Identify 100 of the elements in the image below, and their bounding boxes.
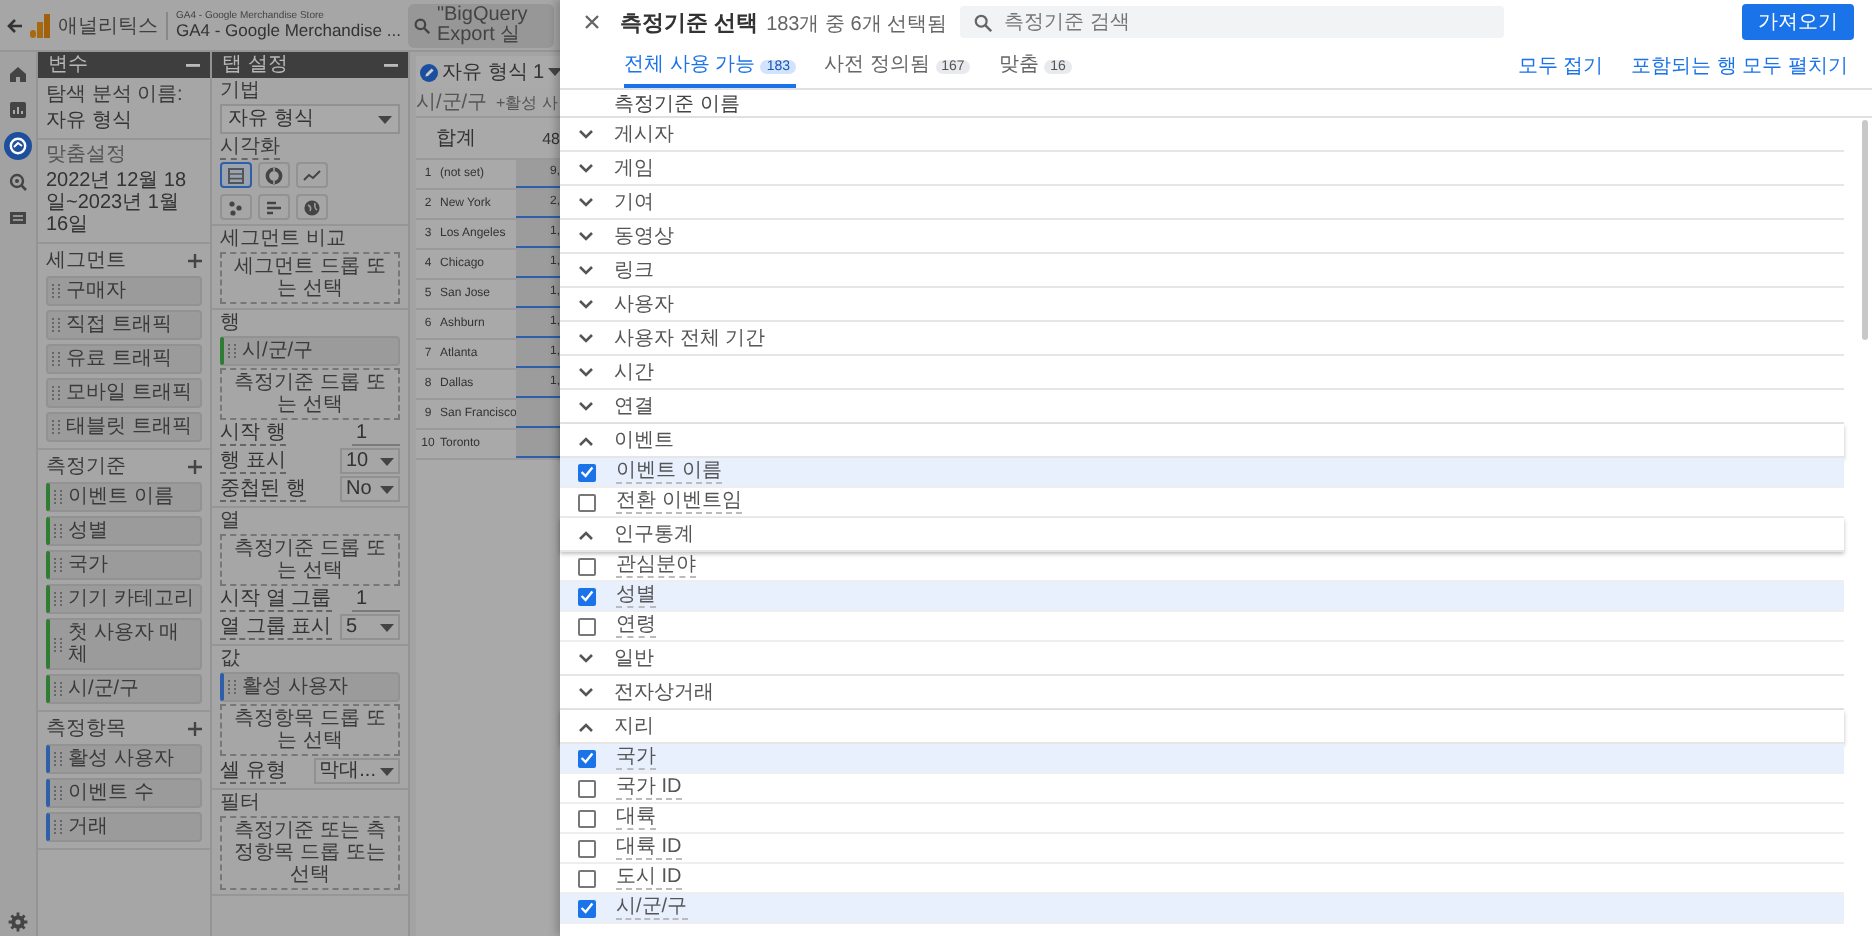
chevron-up-icon[interactable] — [578, 721, 594, 731]
chevron-down-icon[interactable] — [578, 197, 594, 207]
group-row[interactable]: 기여 — [560, 186, 1844, 220]
home-icon[interactable] — [8, 64, 28, 84]
group-row[interactable]: 동영상 — [560, 220, 1844, 254]
column-header[interactable]: 시/군/구 — [416, 88, 496, 116]
checkbox[interactable] — [578, 869, 596, 887]
variable-chip[interactable]: 모바일 트래픽 — [46, 378, 202, 408]
chevron-down-icon[interactable] — [578, 333, 594, 343]
back-arrow-icon[interactable] — [6, 17, 22, 33]
variable-chip[interactable]: 직접 트래픽 — [46, 310, 202, 340]
checkbox[interactable] — [578, 899, 596, 917]
column-header[interactable]: +활성 사 — [496, 91, 560, 113]
plus-icon[interactable] — [188, 460, 202, 474]
exploration-name[interactable]: 자유 형식 — [46, 110, 202, 132]
search-field[interactable]: 측정기준 검색 — [960, 6, 1504, 38]
bar-chart-icon[interactable] — [264, 197, 284, 217]
drop-zone[interactable]: 측정기준 드롭 또는 선택 — [220, 534, 400, 586]
chevron-down-icon[interactable] — [578, 163, 594, 173]
panel-title: 탭 설정 — [222, 55, 288, 75]
list-icon[interactable] — [8, 208, 28, 228]
chevron-down-icon[interactable] — [578, 129, 594, 139]
checkbox[interactable] — [578, 809, 596, 827]
variable-chip[interactable]: 성별 — [46, 516, 202, 546]
checkbox[interactable] — [578, 749, 596, 767]
group-row[interactable]: 사용자 전체 기간 — [560, 322, 1844, 356]
drop-zone[interactable]: 측정기준 드롭 또는 선택 — [220, 368, 400, 420]
checkbox[interactable] — [578, 587, 596, 605]
close-icon[interactable] — [584, 14, 600, 30]
donut-icon[interactable] — [264, 165, 284, 185]
group-row[interactable]: 시간 — [560, 356, 1844, 390]
bar-chart-logo-icon — [30, 13, 50, 37]
caret-icon — [380, 457, 394, 465]
pencil-icon — [420, 63, 438, 81]
date-range[interactable]: 2022년 12월 18일~2023년 1월 16일 — [46, 170, 202, 236]
variable-chip[interactable]: 기기 카테고리 — [46, 584, 202, 614]
checkbox[interactable] — [578, 779, 596, 797]
plus-icon[interactable] — [188, 254, 202, 268]
minimize-icon[interactable] — [384, 63, 398, 67]
variable-chip[interactable]: 활성 사용자 — [46, 744, 202, 774]
variable-chip[interactable]: 이벤트 이름 — [46, 482, 202, 512]
variable-chip[interactable]: 태블릿 트래픽 — [46, 412, 202, 442]
minimize-icon[interactable] — [186, 63, 200, 67]
chevron-down-icon[interactable] — [578, 265, 594, 275]
table-icon[interactable] — [226, 165, 246, 185]
select-field[interactable]: 5 — [340, 614, 400, 640]
chevron-up-icon[interactable] — [578, 529, 594, 539]
select-field[interactable]: No — [340, 476, 400, 502]
action-link[interactable]: 포함되는 행 모두 펼치기 — [1631, 52, 1848, 80]
variable-chip[interactable]: 시/군/구 — [46, 674, 202, 704]
group-row[interactable]: 링크 — [560, 254, 1844, 288]
chevron-down-icon[interactable] — [578, 653, 594, 663]
variable-chip[interactable]: 국가 — [46, 550, 202, 580]
select-field[interactable]: 막대... — [313, 758, 400, 784]
globe-icon[interactable] — [302, 197, 322, 217]
group-row[interactable]: 게임 — [560, 152, 1844, 186]
checkbox[interactable] — [578, 839, 596, 857]
checkbox[interactable] — [578, 617, 596, 635]
group-row[interactable]: 인구통계 — [560, 518, 1844, 552]
property-name: GA4 - Google Merchandise ... — [176, 21, 401, 39]
settings-icon[interactable] — [8, 912, 28, 932]
drop-zone[interactable]: 측정항목 드롭 또는 선택 — [220, 704, 400, 756]
chevron-down-icon[interactable] — [578, 401, 594, 411]
chevron-up-icon[interactable] — [578, 435, 594, 445]
chevron-down-icon[interactable] — [578, 231, 594, 241]
group-row[interactable]: 사용자 — [560, 288, 1844, 322]
number-field[interactable]: 1 — [352, 588, 400, 612]
scrollbar[interactable] — [1862, 120, 1868, 340]
checkbox[interactable] — [578, 463, 596, 481]
chart-icon[interactable] — [8, 100, 28, 120]
group-row[interactable]: 연결 — [560, 390, 1844, 424]
report-tab[interactable]: 자유 형식 1 — [416, 56, 560, 88]
number-field[interactable]: 1 — [352, 422, 400, 446]
import-button[interactable]: 가져오기 — [1742, 4, 1854, 40]
checkbox[interactable] — [578, 493, 596, 511]
section-title: 필터 — [220, 792, 262, 814]
drop-zone[interactable]: 세그먼트 드롭 또는 선택 — [220, 252, 400, 304]
checkbox[interactable] — [578, 557, 596, 575]
magnifier-target-icon[interactable] — [8, 172, 28, 192]
variable-chip[interactable]: 거래 — [46, 812, 202, 842]
search-field[interactable]: "BigQuery Export 실 — [408, 3, 554, 47]
line-chart-icon[interactable] — [302, 165, 322, 185]
variable-chip[interactable]: 구매자 — [46, 276, 202, 306]
chevron-down-icon[interactable] — [578, 687, 594, 697]
variable-chip[interactable]: 활성 사용자 — [220, 672, 400, 702]
technique-dropdown[interactable]: 자유 형식 — [220, 104, 400, 134]
drop-zone[interactable]: 측정기준 또는 측정항목 드롭 또는 선택 — [220, 816, 400, 890]
variable-chip[interactable]: 유료 트래픽 — [46, 344, 202, 374]
chevron-down-icon[interactable] — [578, 367, 594, 377]
scatter-icon[interactable] — [226, 197, 246, 217]
plus-icon[interactable] — [188, 722, 202, 736]
select-field[interactable]: 10 — [340, 448, 400, 474]
variable-chip[interactable]: 첫 사용자 매체 — [46, 618, 202, 670]
variable-chip[interactable]: 이벤트 수 — [46, 778, 202, 808]
chevron-down-icon[interactable] — [578, 299, 594, 309]
variable-chip[interactable]: 시/군/구 — [220, 336, 400, 366]
action-link[interactable]: 모두 접기 — [1517, 52, 1604, 80]
group-row[interactable]: 전자상거래 — [560, 676, 1844, 710]
group-row[interactable]: 일반 — [560, 642, 1844, 676]
group-row[interactable]: 게시자 — [560, 118, 1844, 152]
